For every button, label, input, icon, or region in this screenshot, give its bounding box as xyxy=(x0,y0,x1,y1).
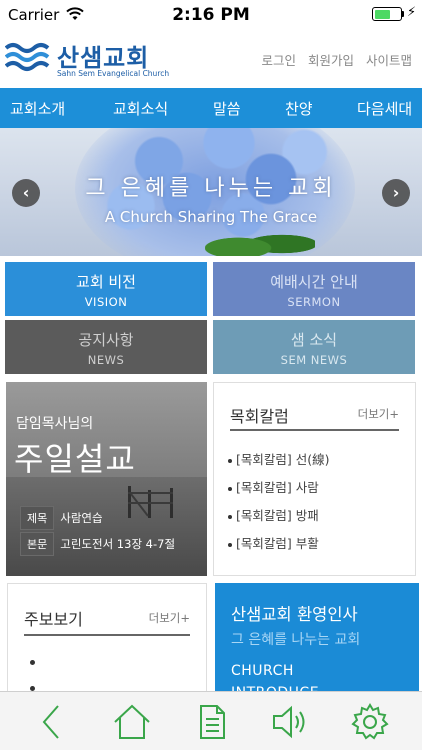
bulletin-more-link[interactable]: 더보기+ xyxy=(149,610,190,626)
charging-icon: ⚡ xyxy=(407,5,417,20)
clock: 2:16 PM xyxy=(172,5,250,25)
leaves-image xyxy=(205,224,315,256)
sem-news-tile-sublabel: SEM NEWS xyxy=(280,353,348,367)
nav-item-praise[interactable]: 찬양 xyxy=(285,98,313,119)
login-link[interactable]: 로그인 xyxy=(261,50,296,69)
vision-tile-label: 교회 비전 xyxy=(76,273,136,291)
document-icon xyxy=(200,705,225,739)
sermon-topic-row: 제목 사람연습 xyxy=(20,506,103,530)
header: 산샘교회 Sahn Sem Evangelical Church 로그인 회원가… xyxy=(0,30,422,88)
banner-subtitle: A Church Sharing The Grace xyxy=(104,208,318,226)
chevron-left-icon: ‹ xyxy=(22,183,30,202)
pastoral-column-card: 목회칼럼 더보기+ [목회칼럼] 선(線) [목회칼럼] 사람 [목회칼럼] 방… xyxy=(213,382,416,576)
battery-tip xyxy=(402,11,404,17)
bottom-toolbar xyxy=(0,691,422,750)
service-times-tile-label: 예배시간 안내 xyxy=(270,273,358,291)
chevron-right-icon: › xyxy=(392,183,400,202)
sermon-text: 고린도전서 13장 4-7절 xyxy=(60,537,176,551)
sem-news-tile-label: 샘 소식 xyxy=(290,331,338,349)
column-list: [목회칼럼] 선(線) [목회칼럼] 사람 [목회칼럼] 방패 [목회칼럼] 부… xyxy=(228,449,329,561)
sem-news-tile[interactable]: 샘 소식 SEM NEWS xyxy=(213,320,415,374)
vision-tile[interactable]: 교회 비전 VISION xyxy=(5,262,207,316)
nav-item-next-generation[interactable]: 다음세대 xyxy=(357,98,412,119)
banner-title: 그 은혜를 나누는 교회 xyxy=(85,176,337,201)
sermon-text-tag: 본문 xyxy=(20,532,55,556)
sound-button[interactable] xyxy=(270,702,310,742)
bulletin-card: 주보보기 더보기+ xyxy=(7,583,207,703)
home-button[interactable] xyxy=(112,702,152,742)
settings-button[interactable] xyxy=(350,702,390,742)
nav-item-about[interactable]: 교회소개 xyxy=(10,98,65,119)
bullet-icon xyxy=(228,514,232,519)
service-times-tile-sublabel: SERMON xyxy=(287,295,341,309)
vision-tile-sublabel: VISION xyxy=(84,295,128,309)
service-times-tile[interactable]: 예배시간 안내 SERMON xyxy=(213,262,415,316)
sunday-sermon-card[interactable]: 담임목사님의 주일설교 제목 사람연습 본문 고린도전서 13장 4-7절 xyxy=(6,382,207,576)
bullet-icon xyxy=(228,486,232,491)
notice-tile-sublabel: NEWS xyxy=(87,353,125,367)
column-more-link[interactable]: 더보기+ xyxy=(358,406,399,422)
bulletin-divider xyxy=(24,634,190,636)
bullet-icon xyxy=(30,660,35,665)
signup-link[interactable]: 회원가입 xyxy=(308,50,354,69)
settings-icon xyxy=(351,703,389,740)
top-links: 로그인 회원가입 사이트맵 xyxy=(261,50,412,69)
column-item-label: [목회칼럼] 방패 xyxy=(236,508,319,523)
sitemap-link[interactable]: 사이트맵 xyxy=(366,50,412,69)
sermon-label: 담임목사님의 xyxy=(16,416,94,432)
welcome-title: 산샘교회 환영인사 xyxy=(231,605,358,624)
sermon-title: 주일설교 xyxy=(14,440,136,478)
banner-prev-button[interactable]: ‹ xyxy=(12,179,40,207)
home-icon xyxy=(114,704,150,739)
list-item[interactable]: [목회칼럼] 선(線) xyxy=(228,449,329,477)
status-bar: Carrier 2:16 PM ⚡ xyxy=(0,0,422,30)
sermon-topic-tag: 제목 xyxy=(20,506,55,530)
document-button[interactable] xyxy=(192,702,232,742)
nav-item-word[interactable]: 말씀 xyxy=(213,98,241,119)
column-title: 목회칼럼 xyxy=(230,407,289,426)
welcome-card[interactable]: 산샘교회 환영인사 그 은혜를 나누는 교회 CHURCH INTRODUCE xyxy=(215,583,419,703)
back-button[interactable] xyxy=(32,702,72,742)
hero-banner: 그 은혜를 나누는 교회 A Church Sharing The Grace … xyxy=(0,128,422,256)
nav-item-news[interactable]: 교회소식 xyxy=(113,98,168,119)
notice-tile[interactable]: 공지사항 NEWS xyxy=(5,320,207,374)
logo-name: 산샘교회 xyxy=(57,44,150,72)
sermon-text-row: 본문 고린도전서 13장 4-7절 xyxy=(20,532,175,556)
list-item[interactable]: [목회칼럼] 부활 xyxy=(228,533,329,561)
bulletin-title: 주보보기 xyxy=(24,610,83,629)
list-item[interactable]: [목회칼럼] 사람 xyxy=(228,477,329,505)
fence-image xyxy=(128,486,173,518)
welcome-tagline: 그 은혜를 나누는 교회 xyxy=(231,632,361,648)
banner-next-button[interactable]: › xyxy=(382,179,410,207)
logo-subtitle: Sahn Sem Evangelical Church xyxy=(57,69,170,78)
church-logo[interactable]: 산샘교회 Sahn Sem Evangelical Church xyxy=(5,38,169,82)
column-item-label: [목회칼럼] 사람 xyxy=(236,480,319,495)
column-divider xyxy=(230,429,399,431)
sermon-topic: 사람연습 xyxy=(60,511,103,525)
notice-tile-label: 공지사항 xyxy=(78,331,134,349)
main-nav: 교회소개 교회소식 말씀 찬양 다음세대 xyxy=(0,88,422,128)
welcome-line-1: CHURCH xyxy=(231,663,294,679)
column-item-label: [목회칼럼] 부활 xyxy=(236,536,319,551)
battery-icon xyxy=(372,7,402,21)
back-icon xyxy=(42,705,59,739)
bullet-icon xyxy=(228,458,232,463)
list-item[interactable]: [목회칼럼] 방패 xyxy=(228,505,329,533)
bullet-icon xyxy=(228,542,232,547)
column-item-label: [목회칼럼] 선(線) xyxy=(236,452,330,467)
speaker-icon xyxy=(273,705,305,739)
logo-waves-icon xyxy=(5,43,50,71)
